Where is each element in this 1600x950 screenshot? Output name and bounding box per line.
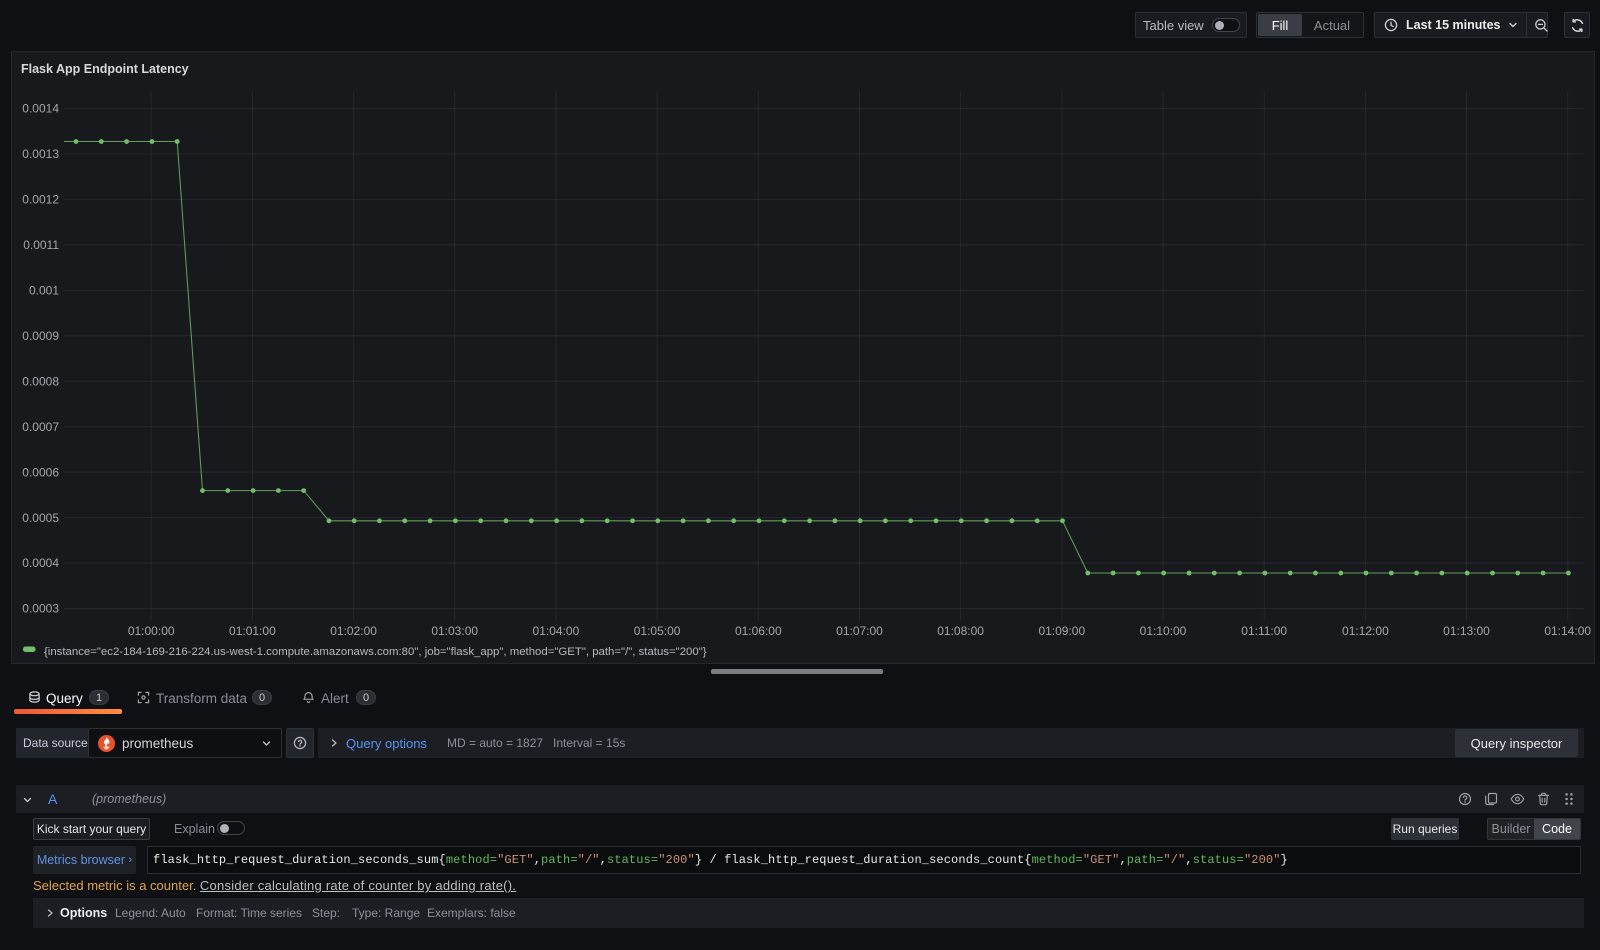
svg-text:0.0003: 0.0003 [22, 602, 59, 616]
svg-text:01:14:00: 01:14:00 [1544, 624, 1591, 638]
svg-text:01:00:00: 01:00:00 [128, 624, 175, 638]
svg-text:01:11:00: 01:11:00 [1241, 624, 1287, 638]
svg-text:0.0004: 0.0004 [22, 556, 59, 570]
svg-text:01:07:00: 01:07:00 [836, 624, 883, 638]
svg-text:0.0014: 0.0014 [22, 102, 59, 116]
svg-text:0.0013: 0.0013 [22, 147, 59, 161]
svg-text:0.0011: 0.0011 [23, 238, 59, 252]
svg-text:{instance="ec2-184-169-216-224: {instance="ec2-184-169-216-224.us-west-1… [44, 646, 707, 658]
svg-text:01:01:00: 01:01:00 [229, 624, 276, 638]
svg-text:0.0005: 0.0005 [22, 511, 59, 525]
svg-text:01:03:00: 01:03:00 [431, 624, 478, 638]
svg-text:0.001: 0.001 [29, 284, 59, 298]
svg-text:01:02:00: 01:02:00 [330, 624, 377, 638]
svg-text:0.0008: 0.0008 [22, 374, 59, 388]
svg-text:01:09:00: 01:09:00 [1038, 624, 1085, 638]
svg-text:01:12:00: 01:12:00 [1342, 624, 1389, 638]
svg-text:0.0007: 0.0007 [22, 420, 59, 434]
svg-text:01:13:00: 01:13:00 [1443, 624, 1490, 638]
svg-text:01:10:00: 01:10:00 [1140, 624, 1187, 638]
svg-text:01:05:00: 01:05:00 [634, 624, 681, 638]
svg-text:01:08:00: 01:08:00 [937, 624, 984, 638]
svg-text:0.0012: 0.0012 [22, 193, 59, 207]
svg-text:01:06:00: 01:06:00 [735, 624, 782, 638]
svg-text:0.0009: 0.0009 [22, 329, 59, 343]
svg-text:0.0006: 0.0006 [22, 465, 59, 479]
svg-text:01:04:00: 01:04:00 [533, 624, 580, 638]
